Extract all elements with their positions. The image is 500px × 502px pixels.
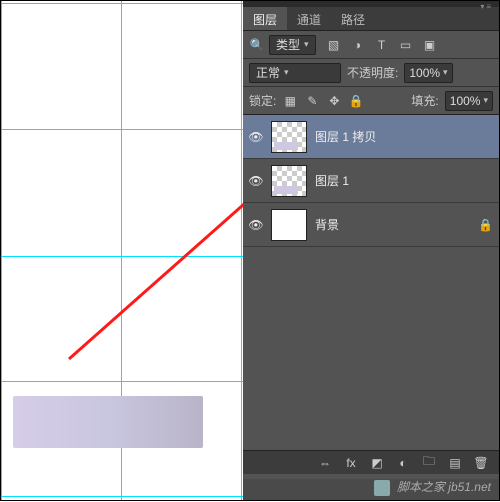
filter-kind-label: 类型: [276, 36, 300, 53]
lock-icon: 🔒: [478, 218, 493, 232]
layers-bottom-bar: ⇔ fx ◩ ◐ 🗀 ▤ 🗑: [243, 450, 499, 474]
layer-thumbnail[interactable]: [271, 121, 307, 153]
guide-vertical: [241, 1, 242, 500]
visibility-eye-icon[interactable]: 👁: [249, 218, 263, 232]
guide-horizontal: [1, 256, 243, 257]
lock-row: 锁定: ▦ ✎ ✥ 🔒 填充: 100% ▾: [243, 87, 499, 115]
layers-empty-area: [243, 247, 499, 479]
filter-shape-icon[interactable]: ▭: [398, 37, 414, 53]
filter-smart-icon[interactable]: ▣: [422, 37, 438, 53]
visibility-eye-icon[interactable]: 👁: [249, 174, 263, 188]
search-icon: 🔍: [249, 37, 265, 53]
visibility-eye-icon[interactable]: 👁: [249, 130, 263, 144]
chevron-down-icon: ▾: [443, 67, 448, 78]
guide-horizontal: [1, 496, 243, 497]
layer-row[interactable]: 👁 图层 1 拷贝: [243, 115, 499, 159]
lock-all-icon[interactable]: 🔒: [348, 93, 364, 109]
lock-transparency-icon[interactable]: ▦: [282, 93, 298, 109]
layer-row[interactable]: 👁 背景 🔒: [243, 203, 499, 247]
layer-name: 背景: [315, 216, 339, 233]
document-canvas[interactable]: [1, 1, 243, 500]
layer-thumbnail[interactable]: [271, 165, 307, 197]
chevron-down-icon: ▾: [304, 39, 309, 50]
layer-list: 👁 图层 1 拷贝 👁 图层 1 👁 背景 🔒: [243, 115, 499, 247]
guide-horizontal: [1, 381, 243, 382]
chevron-down-icon: ▾: [483, 95, 488, 106]
watermark-icon: [374, 480, 390, 496]
guide-vertical: [1, 1, 2, 500]
trash-icon[interactable]: 🗑: [473, 455, 489, 471]
watermark-text: 脚本之家 jb51.net: [397, 480, 491, 494]
adjustment-icon[interactable]: ◐: [395, 455, 411, 471]
new-layer-icon[interactable]: ▤: [447, 455, 463, 471]
mask-icon[interactable]: ◩: [369, 455, 385, 471]
filter-adjust-icon[interactable]: ◑: [350, 37, 366, 53]
layer-name: 图层 1 拷贝: [315, 128, 376, 145]
fx-icon[interactable]: fx: [343, 455, 359, 471]
chevron-down-icon: ▾: [284, 67, 289, 78]
lock-label: 锁定:: [249, 92, 276, 109]
guide-horizontal: [1, 129, 243, 130]
opacity-value: 100%: [409, 66, 440, 80]
canvas-shape: [13, 396, 203, 448]
opacity-label: 不透明度:: [347, 64, 398, 81]
layer-name: 图层 1: [315, 172, 349, 189]
layer-row[interactable]: 👁 图层 1: [243, 159, 499, 203]
filter-pixel-icon[interactable]: ▧: [326, 37, 342, 53]
guide-horizontal: [1, 3, 243, 4]
watermark: 脚本之家 jb51.net: [374, 478, 491, 496]
group-icon[interactable]: 🗀: [421, 455, 437, 471]
fill-input[interactable]: 100% ▾: [445, 91, 493, 111]
panel-title-bar[interactable]: ▾≡: [243, 1, 499, 7]
tab-channels[interactable]: 通道: [287, 7, 331, 30]
blend-mode-value: 正常: [256, 64, 280, 81]
tab-layers[interactable]: 图层: [243, 7, 287, 30]
link-icon[interactable]: ⇔: [317, 455, 333, 471]
panel-tabs: 图层 通道 路径: [243, 7, 499, 31]
fill-label: 填充:: [411, 92, 438, 109]
lock-pixels-icon[interactable]: ✎: [304, 93, 320, 109]
fill-value: 100%: [450, 94, 481, 108]
filter-kind-dropdown[interactable]: 类型 ▾: [269, 35, 316, 55]
layer-filter-row: 🔍 类型 ▾ ▧ ◑ T ▭ ▣: [243, 31, 499, 59]
layers-panel: ▾≡ 图层 通道 路径 🔍 类型 ▾ ▧ ◑ T ▭ ▣ 正常 ▾ 不透明度: …: [243, 1, 499, 500]
filter-type-icon[interactable]: T: [374, 37, 390, 53]
tab-paths[interactable]: 路径: [331, 7, 375, 30]
layer-thumbnail[interactable]: [271, 209, 307, 241]
blend-mode-dropdown[interactable]: 正常 ▾: [249, 63, 341, 83]
lock-position-icon[interactable]: ✥: [326, 93, 342, 109]
blend-row: 正常 ▾ 不透明度: 100% ▾: [243, 59, 499, 87]
opacity-input[interactable]: 100% ▾: [404, 63, 452, 83]
